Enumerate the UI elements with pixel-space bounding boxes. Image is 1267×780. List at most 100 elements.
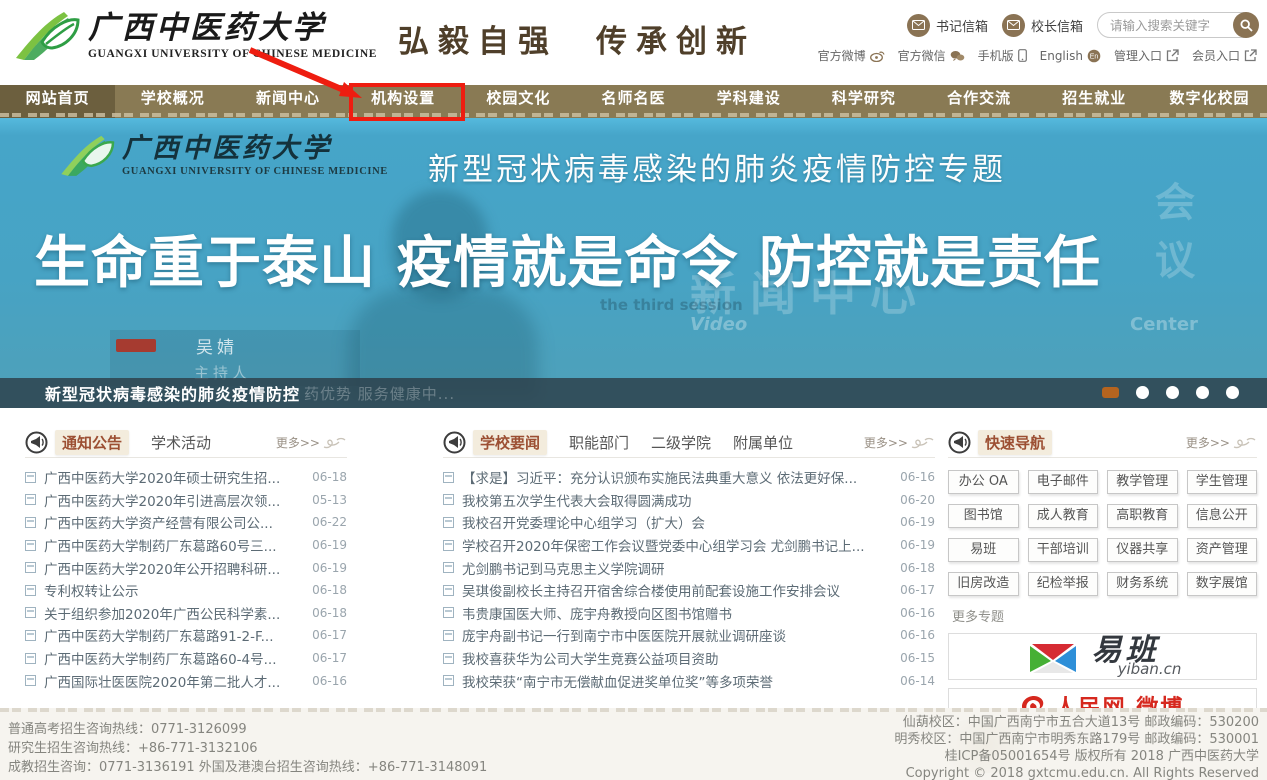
- member-portal-label: 会员入口: [1192, 47, 1240, 64]
- mobile-version-label: 手机版: [978, 47, 1014, 64]
- more-label: 更多>>: [276, 434, 320, 451]
- search-button[interactable]: [1233, 12, 1259, 38]
- news-date: 06-16: [893, 606, 935, 620]
- news-item[interactable]: 庞宇舟副书记一行到南宁市中医医院开展就业调研座谈06-16: [443, 624, 935, 647]
- quick-btn-instrument-sharing[interactable]: 仪器共享: [1107, 538, 1178, 562]
- presenter-name: 吴婧: [196, 333, 238, 358]
- notice-item[interactable]: 广西中医药大学制药厂东葛路91-2-F...06-17: [25, 624, 347, 647]
- main-navigation: 网站首页 学校概况 新闻中心 机构设置 校园文化 名师名医 学科建设 科学研究 …: [0, 85, 1267, 118]
- english-site-label: English: [1040, 49, 1083, 63]
- flourish-icon: [323, 436, 347, 450]
- quick-btn-housing-renovation[interactable]: 旧房改造: [948, 572, 1019, 596]
- notice-item[interactable]: 广西国际壮医医院2020年第二批人才...06-16: [25, 669, 347, 692]
- icp-license: 桂ICP备05001654号 版权所有 2018 广西中医药大学: [894, 748, 1259, 765]
- secretary-mailbox-link[interactable]: 书记信箱: [907, 14, 988, 37]
- quick-btn-vocational-education[interactable]: 高职教育: [1107, 504, 1178, 528]
- notice-item[interactable]: 广西中医药大学制药厂东葛路60-4号...06-17: [25, 647, 347, 670]
- notice-item[interactable]: 广西中医药大学制药厂东葛路60号三...06-19: [25, 534, 347, 557]
- news-item[interactable]: 尤剑鹏书记到马克思主义学院调研06-18: [443, 556, 935, 579]
- quick-btn-oa[interactable]: 办公 OA: [948, 470, 1019, 494]
- notices-more-link[interactable]: 更多>>: [276, 434, 347, 451]
- quick-btn-finance-system[interactable]: 财务系统: [1107, 572, 1178, 596]
- banner-bg-text-video: Video: [690, 314, 747, 335]
- quick-btn-student-mgmt[interactable]: 学生管理: [1187, 470, 1258, 494]
- tab-secondary-colleges[interactable]: 二级学院: [651, 432, 711, 453]
- news-date: 06-17: [893, 583, 935, 597]
- carousel-dot[interactable]: [1196, 386, 1209, 399]
- tab-academic-activities[interactable]: 学术活动: [151, 432, 211, 453]
- notice-date: 06-18: [305, 606, 347, 620]
- yiban-banner[interactable]: 易班 yiban.cn: [948, 633, 1257, 680]
- english-site-link[interactable]: English En: [1040, 49, 1101, 63]
- admin-portal-link[interactable]: 管理入口: [1114, 47, 1179, 64]
- news-item[interactable]: 【求是】习近平：充分认识颁布实施民法典重大意义 依法更好保...06-16: [443, 466, 935, 489]
- news-title: 尤剑鹏书记到马克思主义学院调研: [462, 558, 893, 578]
- mobile-version-link[interactable]: 手机版: [978, 47, 1027, 64]
- quick-btn-library[interactable]: 图书馆: [948, 504, 1019, 528]
- official-wechat-link[interactable]: 官方微信: [898, 47, 965, 64]
- site-header: 广西中医药大学 GUANGXI UNIVERSITY OF CHINESE ME…: [0, 0, 1267, 85]
- carousel-dot[interactable]: [1136, 386, 1149, 399]
- notice-item[interactable]: 广西中医药大学2020年公开招聘科研...06-19: [25, 556, 347, 579]
- news-item[interactable]: 韦贵康国医大师、庞宇舟教授向区图书馆赠书06-16: [443, 602, 935, 625]
- news-item[interactable]: 我校喜获华为公司大学生竞赛公益项目资助06-15: [443, 647, 935, 670]
- school-motto: 弘毅自强传承创新: [398, 16, 756, 61]
- more-topics-link[interactable]: 更多专题: [952, 606, 1004, 625]
- yiban-domain: yiban.cn: [1118, 662, 1182, 677]
- carousel-dot[interactable]: [1226, 386, 1239, 399]
- banner-university-name: 广西中医药大学: [122, 132, 388, 166]
- nav-dashed-divider: [0, 113, 1267, 117]
- notice-item[interactable]: 关于组织参加2020年广西公民科学素...06-18: [25, 602, 347, 625]
- news-item[interactable]: 我校第五次学生代表大会取得圆满成功06-20: [443, 489, 935, 512]
- news-item[interactable]: 我校召开党委理论中心组学习（扩大）会06-19: [443, 511, 935, 534]
- carousel-dot-active[interactable]: [1102, 387, 1119, 398]
- carousel-caption[interactable]: 新型冠状病毒感染的肺炎疫情防控: [45, 381, 300, 405]
- hero-carousel-slide[interactable]: 新闻中心 会议 Video Center the third session 广…: [0, 118, 1267, 408]
- news-item[interactable]: 学校召开2020年保密工作会议暨党委中心组学习会 尤剑鹏书记上...06-19: [443, 534, 935, 557]
- quick-btn-teaching-mgmt[interactable]: 教学管理: [1107, 470, 1178, 494]
- notice-item[interactable]: 广西中医药大学2020年引进高层次领...05-13: [25, 489, 347, 512]
- quick-btn-adult-education[interactable]: 成人教育: [1028, 504, 1099, 528]
- tab-school-news[interactable]: 学校要闻: [473, 430, 547, 455]
- carousel-dots: [1102, 386, 1239, 399]
- tab-functional-departments[interactable]: 职能部门: [569, 432, 629, 453]
- notice-item[interactable]: 广西中医药大学资产经营有限公司公...06-22: [25, 511, 347, 534]
- university-logo-icon: [58, 132, 118, 178]
- quick-btn-digital-hall[interactable]: 数字展馆: [1187, 572, 1258, 596]
- official-weibo-link[interactable]: 官方微博: [818, 47, 885, 64]
- list-bullet-icon: [25, 630, 36, 641]
- more-label: 更多>>: [864, 434, 908, 451]
- university-logo-icon: [12, 8, 84, 62]
- tab-notices[interactable]: 通知公告: [55, 430, 129, 455]
- banner-university-name-en: GUANGXI UNIVERSITY OF CHINESE MEDICINE: [122, 166, 388, 177]
- secretary-mailbox-label: 书记信箱: [936, 16, 988, 35]
- live-badge: [116, 339, 156, 352]
- quick-btn-info-disclosure[interactable]: 信息公开: [1187, 504, 1258, 528]
- tab-affiliated-units[interactable]: 附属单位: [733, 432, 793, 453]
- list-bullet-icon: [443, 675, 454, 686]
- news-date: 06-19: [893, 515, 935, 529]
- quick-nav-more-link[interactable]: 更多>>: [1186, 434, 1257, 451]
- notice-item[interactable]: 广西中医药大学2020年硕士研究生招...06-18: [25, 466, 347, 489]
- notice-item[interactable]: 专利权转让公示06-18: [25, 579, 347, 602]
- yiban-logo-icon: [1024, 638, 1082, 676]
- wechat-icon: [950, 50, 965, 62]
- quick-nav-panel: 快速导航 更多>> 办公 OA 电子邮件 教学管理 学生管理 图书馆 成人教育 …: [948, 428, 1257, 746]
- notice-title: 广西中医药大学制药厂东葛路60号三...: [44, 535, 305, 555]
- carousel-caption-faded: 药优势 服务健康中...: [304, 383, 455, 404]
- news-item[interactable]: 我校荣获“南宁市无偿献血促进奖单位奖”等多项荣誉06-14: [443, 669, 935, 692]
- quick-btn-cadre-training[interactable]: 干部培训: [1028, 538, 1099, 562]
- notice-date: 06-19: [305, 538, 347, 552]
- carousel-dot[interactable]: [1166, 386, 1179, 399]
- quick-btn-discipline-report[interactable]: 纪检举报: [1028, 572, 1099, 596]
- school-news-more-link[interactable]: 更多>>: [864, 434, 935, 451]
- news-item[interactable]: 吴琪俊副校长主持召开宿舍综合楼使用前配套设施工作安排会议06-17: [443, 579, 935, 602]
- quick-btn-email[interactable]: 电子邮件: [1028, 470, 1099, 494]
- site-logo[interactable]: 广西中医药大学 GUANGXI UNIVERSITY OF CHINESE ME…: [12, 8, 377, 62]
- member-portal-link[interactable]: 会员入口: [1192, 47, 1257, 64]
- notice-title: 专利权转让公示: [44, 580, 305, 600]
- president-mailbox-link[interactable]: 校长信箱: [1002, 14, 1083, 37]
- quick-btn-yiban[interactable]: 易班: [948, 538, 1019, 562]
- quick-btn-asset-mgmt[interactable]: 资产管理: [1187, 538, 1258, 562]
- campus-address-xianhu: 仙葫校区：中国广西南宁市五合大道13号 邮政编码：530200: [894, 714, 1259, 731]
